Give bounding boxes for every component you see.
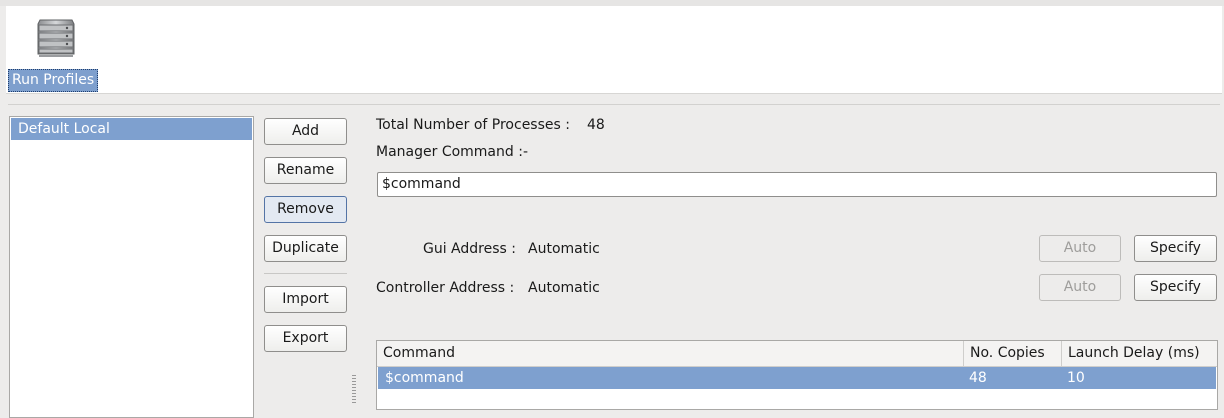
- manager-command-label: Manager Command :-: [376, 144, 528, 160]
- resize-handle[interactable]: [352, 375, 356, 404]
- gui-specify-button[interactable]: Specify: [1134, 235, 1217, 262]
- command-table[interactable]: Command No. Copies Launch Delay (ms) $co…: [376, 340, 1218, 410]
- column-header-command[interactable]: Command: [377, 341, 964, 366]
- profile-list[interactable]: Default Local: [9, 116, 254, 418]
- gui-address-label: Gui Address :: [423, 241, 516, 257]
- table-header: Command No. Copies Launch Delay (ms): [377, 341, 1217, 367]
- run-profiles-tab[interactable]: Run Profiles: [8, 69, 99, 92]
- gui-address-value: Automatic: [528, 241, 600, 257]
- remove-button[interactable]: Remove: [264, 196, 347, 223]
- manager-command-field[interactable]: $command: [377, 172, 1217, 197]
- total-processes-value: 48: [587, 117, 605, 133]
- controller-specify-button[interactable]: Specify: [1134, 274, 1217, 301]
- cell-command: $command: [385, 370, 464, 386]
- profile-item-default-local[interactable]: Default Local: [11, 118, 252, 140]
- column-header-launch-delay[interactable]: Launch Delay (ms): [1062, 341, 1216, 366]
- table-row[interactable]: $command 48 10: [378, 367, 1216, 389]
- server-icon[interactable]: [34, 14, 78, 60]
- total-processes-label: Total Number of Processes :: [376, 117, 570, 133]
- controller-auto-button[interactable]: Auto: [1039, 274, 1121, 301]
- cell-launch-delay: 10: [1067, 370, 1085, 386]
- gui-auto-button[interactable]: Auto: [1039, 235, 1121, 262]
- rename-button[interactable]: Rename: [264, 157, 347, 184]
- add-button[interactable]: Add: [264, 118, 347, 145]
- cell-copies: 48: [969, 370, 987, 386]
- controller-address-label: Controller Address :: [376, 280, 515, 296]
- controller-address-value: Automatic: [528, 280, 600, 296]
- button-separator: [264, 273, 347, 274]
- duplicate-button[interactable]: Duplicate: [264, 235, 347, 262]
- toolbar: Run Profiles: [6, 6, 1222, 94]
- import-button[interactable]: Import: [264, 286, 347, 313]
- column-header-copies[interactable]: No. Copies: [964, 341, 1062, 366]
- divider: [8, 104, 1220, 105]
- export-button[interactable]: Export: [264, 325, 347, 352]
